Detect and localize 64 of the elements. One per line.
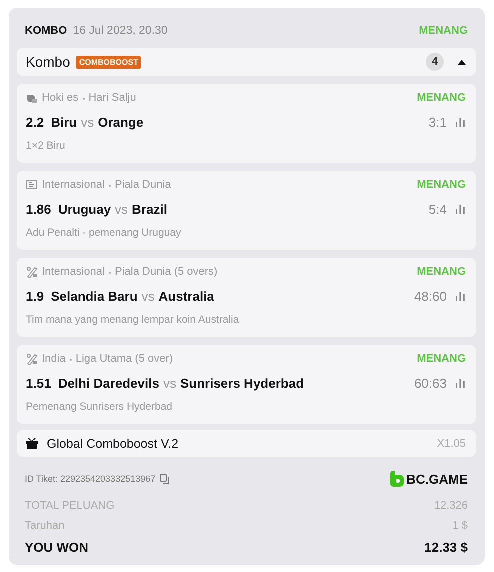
league-name: Internasional bbox=[42, 178, 105, 190]
odds-value: 1.51 bbox=[26, 376, 52, 390]
final-score: 48:60 bbox=[414, 288, 447, 304]
tournament-name: Liga Utama (5 over) bbox=[76, 352, 174, 364]
summary-label: Taruhan bbox=[25, 520, 65, 532]
ticket-id: ID Tiket: 2292354203332513967 bbox=[25, 474, 156, 484]
comboboost-tag: COMBOBOOST bbox=[76, 56, 142, 68]
copy-icon[interactable] bbox=[160, 474, 170, 484]
team-name: Brazil bbox=[132, 202, 168, 216]
status-label: MENANG bbox=[419, 25, 468, 37]
stats-icon bbox=[455, 291, 466, 301]
team-name: Biru bbox=[51, 114, 78, 130]
separator-dot bbox=[109, 272, 111, 274]
odds-value: 1.9 bbox=[26, 288, 44, 304]
summary-label: YOU WON bbox=[25, 540, 89, 554]
team-name: Australia bbox=[158, 288, 214, 304]
summary-value: 12.33 $ bbox=[424, 540, 468, 554]
status-label: MENANG bbox=[417, 92, 466, 104]
market-selection: Tim mana yang menang lempar koin Australia bbox=[26, 314, 240, 326]
stats-icon bbox=[455, 204, 466, 214]
summary-value: 1 $ bbox=[452, 520, 468, 532]
bet-type: KOMBO bbox=[25, 25, 68, 37]
gift-icon bbox=[26, 438, 38, 449]
brand-name: BC.GAME bbox=[406, 472, 468, 486]
separator-dot bbox=[109, 184, 111, 186]
logo-icon bbox=[390, 471, 404, 487]
tournament-name: Hari Salju bbox=[88, 92, 136, 104]
combo-title: Kombo bbox=[26, 54, 70, 70]
final-score: 3:1 bbox=[428, 114, 447, 130]
separator-dot bbox=[70, 358, 72, 360]
market-selection: Adu Penalti - pemenang Uruguay bbox=[26, 227, 182, 239]
stats-icon bbox=[455, 378, 466, 388]
market-selection: Pemenang Sunrisers Hyderbad bbox=[26, 401, 174, 413]
market-selection: 1×2 Biru bbox=[26, 140, 66, 152]
team-name: Delhi Daredevils bbox=[58, 376, 160, 390]
versus-label: vs bbox=[142, 288, 155, 304]
team-name: Orange bbox=[98, 114, 144, 130]
stats-icon bbox=[455, 117, 466, 127]
final-score: 5:4 bbox=[428, 202, 447, 216]
status-label: MENANG bbox=[417, 352, 466, 364]
league-name: Hoki es bbox=[42, 92, 79, 104]
versus-label: vs bbox=[163, 376, 176, 390]
tournament-name: Piala Dunia (5 overs) bbox=[115, 266, 218, 278]
team-name: Sunrisers Hyderbad bbox=[180, 376, 304, 390]
separator-dot bbox=[82, 98, 85, 100]
team-name: Uruguay bbox=[58, 202, 112, 216]
bet-date: 16 Jul 2023, 20.30 bbox=[73, 25, 168, 37]
versus-label: vs bbox=[115, 202, 128, 216]
final-score: 60:63 bbox=[414, 376, 447, 390]
summary-label: TOTAL PELUANG bbox=[25, 500, 115, 512]
combo-header[interactable]: Kombo COMBOBOOST 4 bbox=[17, 48, 476, 76]
boost-name: Global Comboboost V.2 bbox=[47, 436, 179, 450]
status-label: MENANG bbox=[417, 178, 466, 190]
team-name: Selandia Baru bbox=[51, 288, 138, 304]
versus-label: vs bbox=[81, 114, 94, 130]
league-name: India bbox=[42, 352, 66, 364]
boost-multiplier: X1.05 bbox=[437, 438, 466, 450]
summary-value: 12.326 bbox=[434, 500, 468, 512]
tournament-name: Piala Dunia bbox=[115, 178, 172, 190]
odds-value: 1.86 bbox=[26, 202, 52, 216]
league-name: Internasional bbox=[42, 266, 105, 278]
leg-count: 4 bbox=[426, 53, 444, 71]
status-label: MENANG bbox=[417, 266, 466, 278]
odds-value: 2.2 bbox=[26, 114, 44, 130]
